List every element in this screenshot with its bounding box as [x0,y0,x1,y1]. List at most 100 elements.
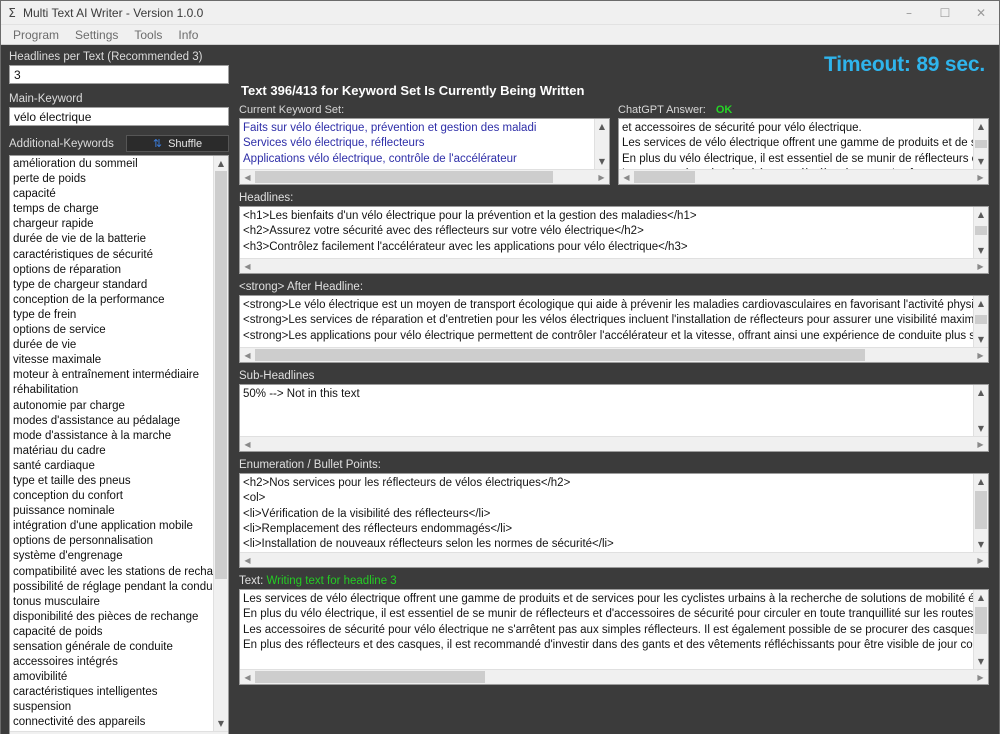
answer-lines[interactable]: et accessoires de sécurité pour vélo éle… [619,119,973,169]
enumeration-line[interactable]: <li>Remplacement des réflecteurs endomma… [243,522,973,537]
keyword-list-hscrollbar[interactable]: ◀ ▶ [10,730,228,734]
vscroll-track[interactable] [974,605,988,654]
hscroll-thumb[interactable] [255,671,485,683]
vscroll-track[interactable] [974,222,988,243]
hscroll-track[interactable] [255,437,973,451]
scroll-up-icon[interactable]: ▲ [595,119,609,134]
headlines-per-text-input[interactable] [9,65,229,84]
enumeration-line[interactable]: <li>Installation de nouveaux réflecteurs… [243,537,973,552]
scroll-down-icon[interactable]: ▼ [974,332,988,347]
list-item[interactable]: intégration d'une application mobile [13,519,213,534]
list-item[interactable]: temps de charge [13,202,213,217]
list-item[interactable]: puissance nominale [13,504,213,519]
scroll-down-icon[interactable]: ▼ [974,243,988,258]
menu-tools[interactable]: Tools [126,26,170,44]
list-item[interactable]: autonomie par charge [13,399,213,414]
text-hscrollbar[interactable]: ◀ ▶ [240,669,988,684]
list-item[interactable]: capacité de poids [13,625,213,640]
scroll-down-icon[interactable]: ▼ [974,537,988,552]
vscroll-thumb[interactable] [975,315,987,325]
hscroll-track[interactable] [255,553,973,567]
keyword-set-line[interactable]: Applications vélo électrique, contrôle d… [243,152,594,167]
answer-hscrollbar[interactable]: ◀ ▶ [619,169,988,184]
hscroll-track[interactable] [255,348,973,362]
list-item[interactable]: options de personnalisation [13,534,213,549]
list-item[interactable]: caractéristiques de sécurité [13,248,213,263]
after-headline-line[interactable]: <strong>Le vélo électrique est un moyen … [243,298,973,313]
scroll-left-icon[interactable]: ◀ [619,170,634,184]
headlines-vscrollbar[interactable]: ▲ ▼ [973,207,988,258]
answer-line[interactable]: En plus du vélo électrique, il est essen… [622,152,973,167]
list-item[interactable]: accessoires intégrés [13,655,213,670]
enumeration-lines[interactable]: <h2>Nos services pour les réflecteurs de… [240,474,973,552]
current-keyword-set-box[interactable]: Faits sur vélo électrique, prévention et… [239,118,610,185]
after-headline-box[interactable]: <strong>Le vélo électrique est un moyen … [239,295,989,363]
scroll-up-icon[interactable]: ▲ [974,474,988,489]
text-box[interactable]: Les services de vélo électrique offrent … [239,589,989,685]
keyword-list[interactable]: amélioration du sommeil perte de poids cap… [10,156,213,731]
hscroll-track[interactable] [255,170,594,184]
headlines-box[interactable]: <h1>Les bienfaits d'un vélo électrique p… [239,206,989,274]
hscroll-track[interactable] [255,670,973,684]
list-item[interactable]: chargeur rapide [13,217,213,232]
scroll-right-icon[interactable]: ▶ [973,553,988,567]
vscroll-thumb[interactable] [975,607,987,634]
vscroll-track[interactable] [595,134,609,154]
vscroll-thumb[interactable] [215,171,227,580]
after-headline-hscrollbar[interactable]: ◀ ▶ [240,347,988,362]
list-item[interactable]: compatibilité avec les stations de recha… [13,565,213,580]
after-headline-vscrollbar[interactable]: ▲ ▼ [973,296,988,347]
hscroll-thumb[interactable] [255,171,554,183]
list-item[interactable]: perte de poids [13,172,213,187]
menu-settings[interactable]: Settings [67,26,126,44]
list-item[interactable]: modes d'assistance au pédalage [13,414,213,429]
shuffle-button[interactable]: ⇅ Shuffle [126,135,229,152]
list-item[interactable]: conception de la performance [13,293,213,308]
list-item[interactable]: type et taille des pneus [13,474,213,489]
headline-line[interactable]: <h3>Contrôlez facilement l'accélérateur … [243,240,973,255]
scroll-left-icon[interactable]: ◀ [240,670,255,684]
scroll-down-icon[interactable]: ▼ [974,154,988,169]
list-item[interactable]: suspension [13,700,213,715]
scroll-left-icon[interactable]: ◀ [240,259,255,273]
vscroll-thumb[interactable] [975,140,987,149]
hscroll-thumb[interactable] [255,349,866,361]
text-lines[interactable]: Les services de vélo électrique offrent … [240,590,973,669]
scroll-down-icon[interactable]: ▼ [974,421,988,436]
chatgpt-answer-box[interactable]: et accessoires de sécurité pour vélo éle… [618,118,989,185]
vscroll-track[interactable] [974,400,988,421]
scroll-up-icon[interactable]: ▲ [974,207,988,222]
headline-line[interactable]: <h1>Les bienfaits d'un vélo électrique p… [243,209,973,224]
vscroll-track[interactable] [214,171,228,716]
enumeration-line[interactable]: <li>Vérification de la visibilité des ré… [243,507,973,522]
scroll-left-icon[interactable]: ◀ [240,553,255,567]
vscroll-track[interactable] [974,489,988,537]
keyword-set-line[interactable]: Services vélo électrique, réflecteurs [243,136,594,151]
list-item[interactable]: connectivité des appareils [13,715,213,730]
scroll-right-icon[interactable]: ▶ [973,670,988,684]
hscroll-track[interactable] [634,170,973,184]
list-item[interactable]: options de service [13,323,213,338]
keyword-set-lines[interactable]: Faits sur vélo électrique, prévention et… [240,119,594,169]
text-vscrollbar[interactable]: ▲ ▼ [973,590,988,669]
sub-headlines-box[interactable]: 50% --> Not in this text ▲ ▼ ◀ ▶ [239,384,989,452]
list-item[interactable]: options de réparation [13,263,213,278]
menu-info[interactable]: Info [170,26,206,44]
vscroll-track[interactable] [974,311,988,332]
scroll-down-icon[interactable]: ▼ [974,654,988,669]
list-item[interactable]: type de frein [13,308,213,323]
scroll-up-icon[interactable]: ▲ [214,156,228,171]
maximize-icon[interactable]: ☐ [927,1,963,25]
list-item[interactable]: amovibilité [13,670,213,685]
enumeration-line[interactable]: <h2>Nos services pour les réflecteurs de… [243,476,973,491]
sub-headline-line[interactable]: 50% --> Not in this text [243,387,973,402]
headline-line[interactable]: <h2>Assurez votre sécurité avec des réfl… [243,224,973,239]
scroll-up-icon[interactable]: ▲ [974,296,988,311]
scroll-up-icon[interactable]: ▲ [974,590,988,605]
list-item[interactable]: sensation générale de conduite [13,640,213,655]
keyword-set-line[interactable]: Faits sur vélo électrique, prévention et… [243,121,594,136]
scroll-right-icon[interactable]: ▶ [973,170,988,184]
close-icon[interactable]: ✕ [963,1,999,25]
menu-program[interactable]: Program [5,26,67,44]
list-item[interactable]: disponibilité des pièces de rechange [13,610,213,625]
